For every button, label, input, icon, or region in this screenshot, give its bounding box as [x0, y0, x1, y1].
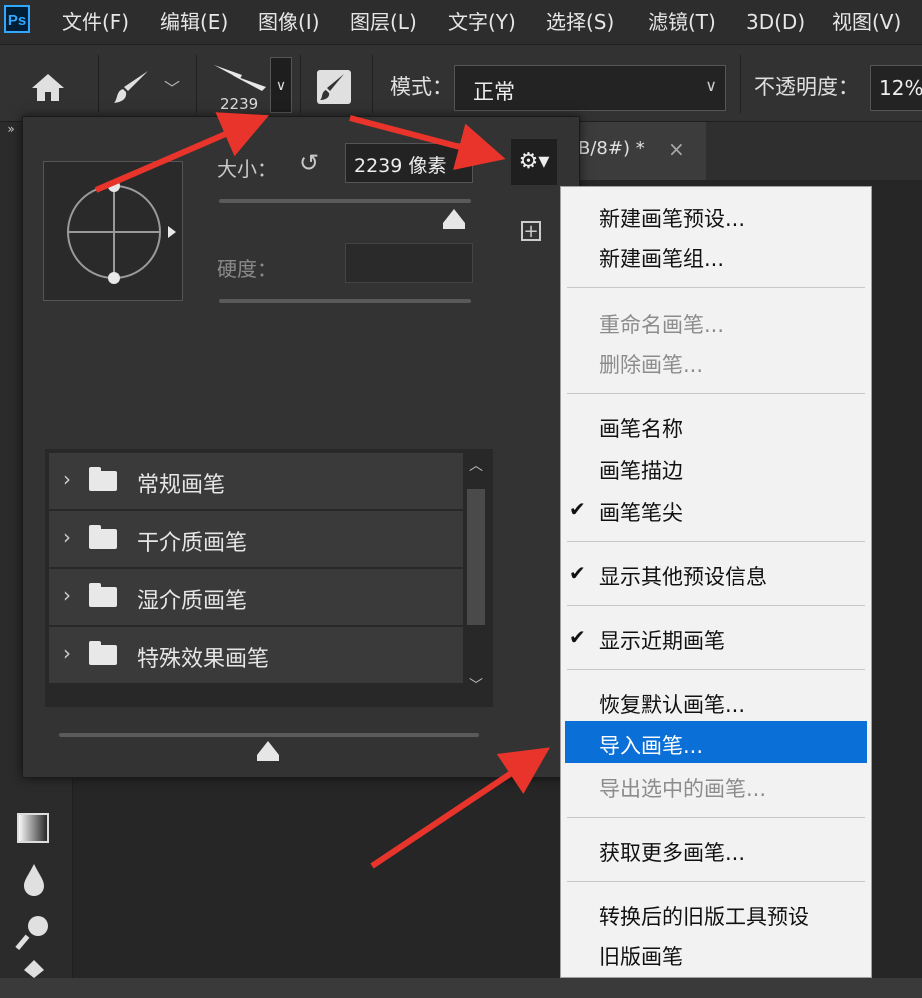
options-bar: ﹀ 2239 ∨ 模式： 正常 ∨ 不透明度： 12% [0, 44, 922, 122]
menu-separator [567, 541, 865, 542]
chevron-right-icon[interactable]: › [63, 641, 71, 665]
menu-item-show-recent-brushes[interactable]: 显示近期画笔 [599, 625, 725, 655]
mode-value: 正常 [473, 80, 515, 104]
menu-item-brush-tip[interactable]: 画笔笔尖 [599, 497, 683, 527]
brush-settings-menu: 新建画笔预设... 新建画笔组... 重命名画笔... 删除画笔... 画笔名称… [560, 186, 872, 978]
menu-3d[interactable]: 3D(D) [746, 10, 805, 34]
menu-item-legacy-brushes[interactable]: 旧版画笔 [599, 941, 683, 971]
size-slider-thumb-base [443, 223, 465, 229]
size-input[interactable]: 2239 像素 [345, 143, 473, 183]
folder-name: 常规画笔 [137, 473, 226, 498]
folder-name: 特殊效果画笔 [137, 647, 270, 672]
menu-item-import-brushes[interactable]: 导入画笔... [599, 730, 703, 760]
chevron-right-icon[interactable]: › [63, 525, 71, 549]
hardness-input[interactable] [345, 243, 473, 283]
chevron-down-icon: ∨ [705, 76, 717, 95]
hardness-slider[interactable] [219, 299, 471, 303]
menu-edit[interactable]: 编辑(E) [160, 10, 228, 34]
menu-view[interactable]: 视图(V) [832, 10, 901, 34]
dodge-tool-icon[interactable] [14, 912, 54, 952]
brush-size-readout: 2239 [220, 95, 259, 113]
brush-preset-thumb-icon[interactable] [212, 57, 272, 93]
mode-select[interactable]: 正常 ∨ [454, 65, 726, 111]
menu-item-new-brush-preset[interactable]: 新建画笔预设... [599, 203, 745, 233]
folder-row[interactable]: › 常规画笔 [49, 453, 463, 509]
brush-angle-roundness-icon[interactable] [44, 162, 182, 300]
folder-icon [89, 641, 117, 665]
brush-settings-panel-icon[interactable] [316, 69, 352, 105]
close-icon[interactable]: × [668, 137, 685, 161]
reset-size-icon[interactable]: ↺ [299, 149, 319, 177]
chevron-right-icon[interactable]: › [63, 583, 71, 607]
menu-item-rename-brush[interactable]: 重命名画笔... [599, 309, 724, 339]
pen-tool-icon[interactable] [14, 958, 54, 998]
folder-row[interactable]: › 特殊效果画笔 [49, 627, 463, 683]
menu-item-get-more-brushes[interactable]: 获取更多画笔... [599, 837, 745, 867]
size-slider-thumb[interactable] [443, 209, 465, 223]
photoshop-logo: Ps [4, 5, 30, 33]
menu-item-new-brush-group[interactable]: 新建画笔组... [599, 243, 724, 273]
menu-separator [567, 605, 865, 606]
menu-select[interactable]: 选择(S) [546, 10, 614, 34]
menu-separator [567, 287, 865, 288]
brush-picker-dropdown[interactable]: ∨ [270, 57, 292, 113]
menu-item-converted-legacy-presets[interactable]: 转换后的旧版工具预设 [599, 901, 809, 931]
scroll-up-icon[interactable]: ︿ [469, 455, 483, 475]
menu-type[interactable]: 文字(Y) [448, 10, 516, 34]
document-tab-title: B/8#) * [578, 138, 645, 159]
folder-icon [89, 583, 117, 607]
menu-item-brush-stroke[interactable]: 画笔描边 [599, 455, 683, 485]
home-icon[interactable] [30, 71, 66, 103]
brush-tip-preview[interactable] [43, 161, 183, 301]
hardness-label: 硬度： [217, 257, 277, 281]
size-label: 大小： [217, 157, 277, 181]
collapse-panel-icon[interactable]: » [0, 122, 22, 142]
thumbnail-size-thumb[interactable] [257, 741, 279, 755]
folder-name: 干介质画笔 [137, 531, 248, 556]
brush-folder-list: › 常规画笔 › 干介质画笔 › 湿介质画笔 › 特殊效果画笔 ︿ ﹀ [45, 449, 493, 707]
mode-label: 模式： [390, 75, 453, 99]
checkmark-icon: ✔ [569, 625, 586, 649]
new-preset-icon[interactable]: + [521, 221, 541, 241]
gradient-tool-icon[interactable] [14, 808, 54, 848]
menu-separator [567, 393, 865, 394]
scrollbar-thumb[interactable] [467, 489, 485, 625]
menu-separator [567, 881, 865, 882]
menu-item-show-preset-info[interactable]: 显示其他预设信息 [599, 561, 767, 591]
thumbnail-size-thumb-base [257, 755, 279, 761]
opacity-value: 12% [879, 76, 922, 100]
folder-row[interactable]: › 湿介质画笔 [49, 569, 463, 625]
brush-tool-icon[interactable] [112, 69, 152, 105]
folder-name: 湿介质画笔 [137, 589, 248, 614]
menu-separator [567, 817, 865, 818]
thumbnail-size-slider[interactable] [59, 733, 479, 737]
folder-icon [89, 525, 117, 549]
menu-item-export-selected-brushes[interactable]: 导出选中的画笔... [599, 773, 766, 803]
scroll-down-icon[interactable]: ﹀ [469, 675, 483, 695]
chevron-down-icon[interactable]: ﹀ [164, 75, 180, 99]
menu-file[interactable]: 文件(F) [62, 10, 129, 34]
folder-icon [89, 467, 117, 491]
checkmark-icon: ✔ [569, 497, 586, 521]
checkmark-icon: ✔ [569, 561, 586, 585]
size-value: 2239 像素 [354, 155, 447, 177]
menu-bar: Ps 文件(F) 编辑(E) 图像(I) 图层(L) 文字(Y) 选择(S) 滤… [0, 0, 922, 44]
size-slider[interactable] [219, 199, 471, 203]
folder-row[interactable]: › 干介质画笔 [49, 511, 463, 567]
gear-icon[interactable]: ⚙▾ [511, 139, 557, 185]
menu-layer[interactable]: 图层(L) [350, 10, 417, 34]
menu-image[interactable]: 图像(I) [258, 10, 320, 34]
document-tab[interactable]: B/8#) * × [560, 122, 706, 180]
menu-item-delete-brush[interactable]: 删除画笔... [599, 349, 703, 379]
menu-filter[interactable]: 滤镜(T) [648, 10, 716, 34]
menu-separator [567, 669, 865, 670]
blur-tool-icon[interactable] [14, 860, 54, 900]
opacity-input[interactable]: 12% [870, 65, 922, 111]
menu-item-brush-name[interactable]: 画笔名称 [599, 413, 683, 443]
menu-item-restore-default-brushes[interactable]: 恢复默认画笔... [599, 689, 745, 719]
chevron-right-icon[interactable]: › [63, 467, 71, 491]
opacity-label: 不透明度： [754, 75, 859, 99]
brush-preset-picker: 大小： ↺ 2239 像素 ⚙▾ + 硬度： 2239 2456 1353 23… [22, 116, 580, 778]
